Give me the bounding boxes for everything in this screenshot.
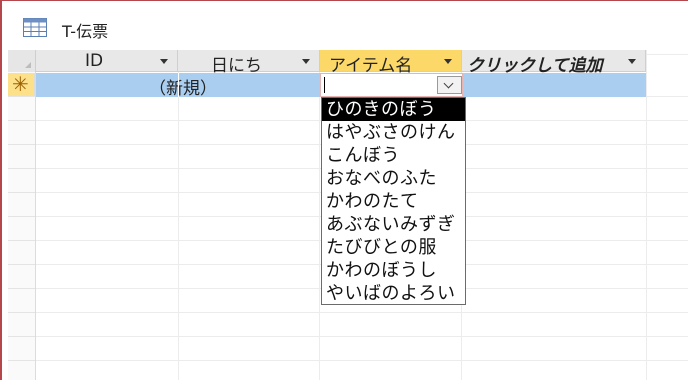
new-record-id-text: （新規） (149, 79, 217, 99)
combo-dropdown-button[interactable] (437, 76, 462, 94)
document-tab[interactable]: T-伝票 (2, 1, 688, 48)
dropdown-option[interactable]: おなべのふた (322, 167, 465, 190)
chevron-down-icon (443, 78, 454, 89)
record-selector-column[interactable] (8, 50, 36, 380)
column-header-item-name[interactable]: アイテム名 (320, 50, 462, 76)
dropdown-option[interactable]: やいばのよろい (322, 282, 465, 304)
dropdown-option[interactable]: たびびとの服 (322, 236, 465, 259)
column-header-date[interactable]: 日にち (178, 50, 320, 76)
dropdown-arrow-icon[interactable] (444, 59, 452, 64)
dropdown-option[interactable]: あぶないみずぎ (322, 213, 465, 236)
new-record-icon: ✳ (12, 72, 29, 96)
column-header-label: ID (85, 51, 104, 71)
window-frame-left (0, 0, 2, 380)
dropdown-option[interactable]: かわのぼうし (322, 259, 465, 282)
select-all-corner[interactable] (8, 50, 36, 72)
new-record-selector[interactable]: ✳ (8, 72, 35, 96)
dropdown-option[interactable]: ひのきのぼう (322, 98, 465, 121)
dropdown-option[interactable]: こんぼう (322, 144, 465, 167)
dropdown-arrow-icon[interactable] (160, 59, 168, 64)
text-caret (324, 77, 325, 93)
dropdown-arrow-icon[interactable] (628, 59, 636, 64)
column-header-id[interactable]: ID (36, 50, 178, 72)
cell-divider (178, 73, 179, 97)
table-icon (23, 18, 47, 37)
column-header-click-to-add[interactable]: クリックして追加 (462, 50, 646, 76)
dropdown-arrow-icon[interactable] (302, 59, 310, 64)
item-name-dropdown-list[interactable]: ひのきのぼう はやぶさのけん こんぼう おなべのふた かわのたて あぶないみずぎ… (321, 97, 466, 305)
tab-title: T-伝票 (62, 22, 109, 41)
dropdown-option[interactable]: かわのたて (322, 190, 465, 213)
dropdown-option[interactable]: はやぶさのけん (322, 121, 465, 144)
